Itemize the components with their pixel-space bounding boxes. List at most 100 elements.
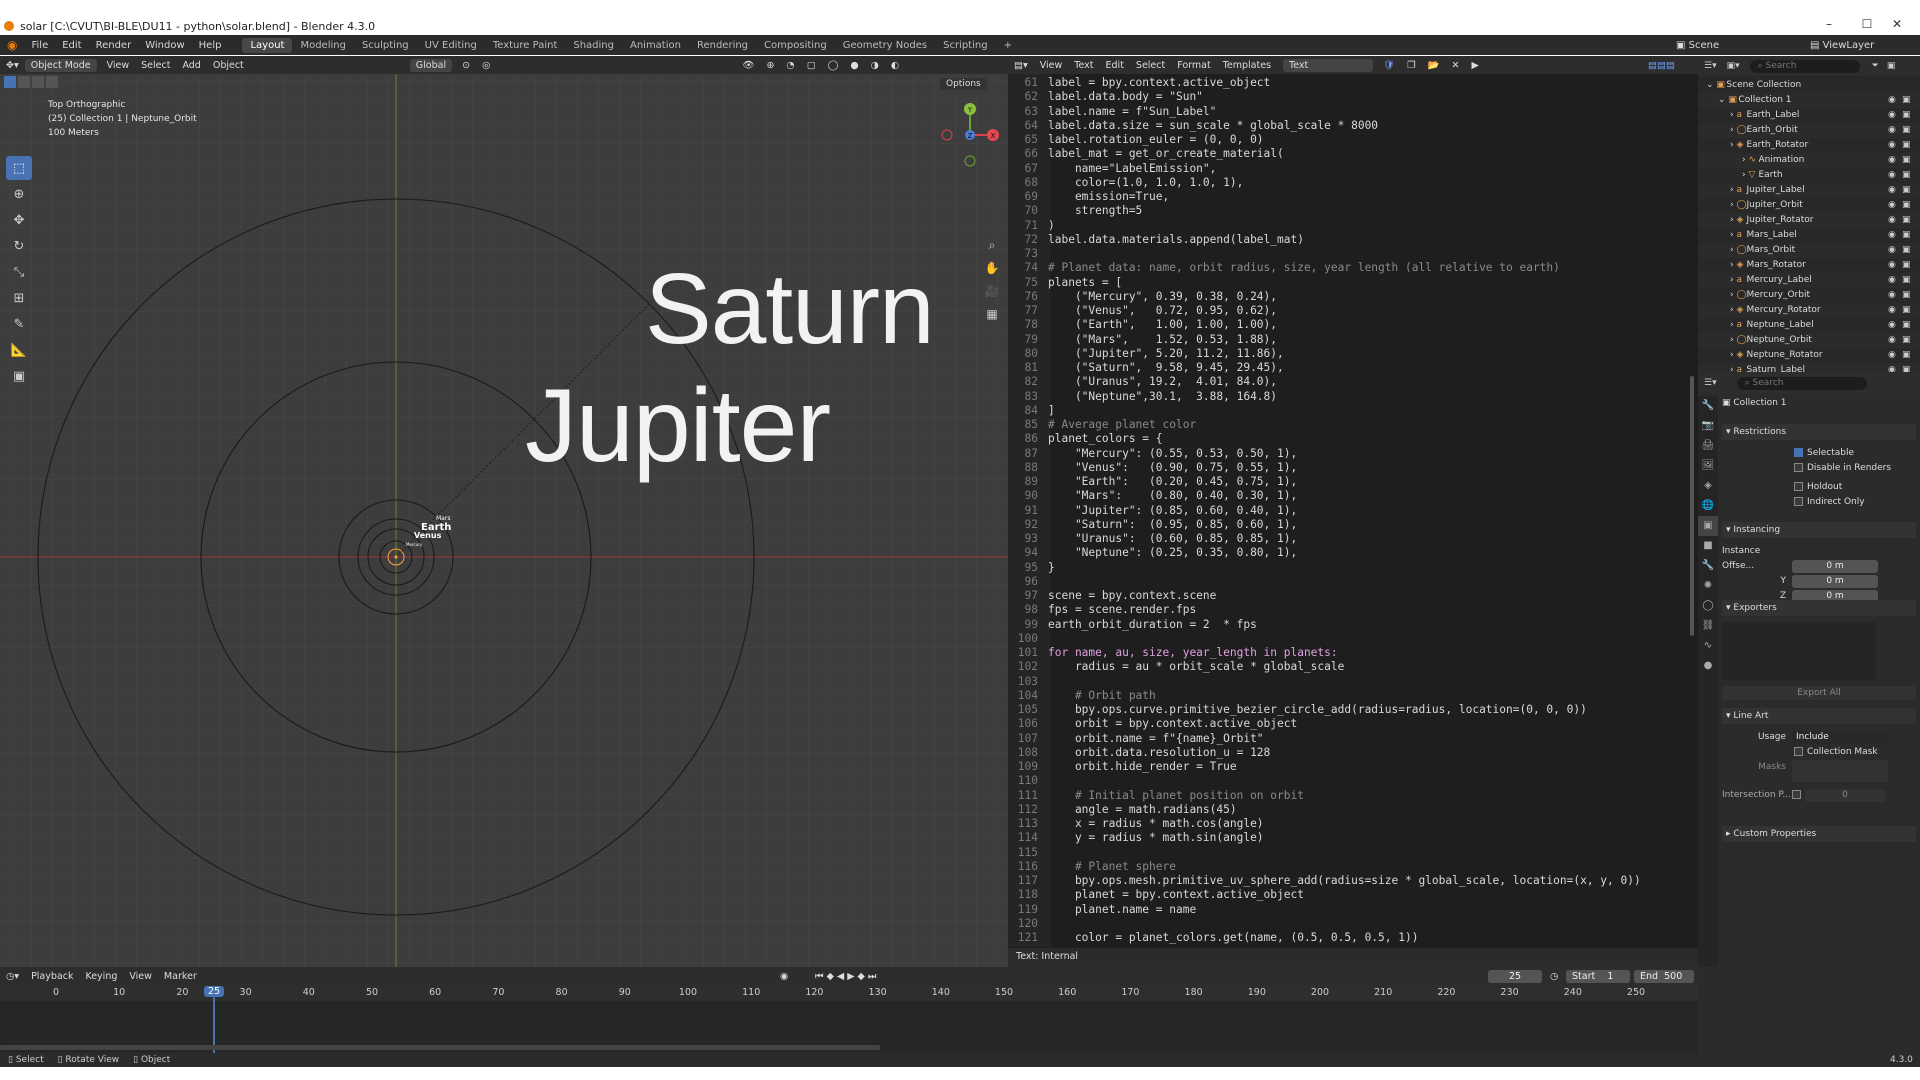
camera-view-icon[interactable]: 🎥 [982, 284, 1002, 304]
auto-key-icon[interactable]: ◉ [780, 971, 788, 982]
expand-arrow-icon[interactable]: ⌄ [1706, 80, 1716, 90]
te-menu-templates[interactable]: Templates [1217, 60, 1277, 71]
visibility-eye-icon[interactable]: ◉ [1888, 198, 1896, 213]
code-line[interactable]: 84] [1008, 404, 1698, 418]
offset-x-field[interactable]: 0 m [1792, 560, 1878, 573]
custom-properties-header[interactable]: ▸ Custom Properties [1722, 826, 1916, 842]
render-camera-icon[interactable]: ▣ [1902, 198, 1911, 213]
expand-arrow-icon[interactable]: ⌄ [1718, 95, 1728, 105]
shading-material-icon[interactable]: ◑ [865, 60, 885, 71]
code-line[interactable]: 75 planets = [ [1008, 276, 1698, 290]
outliner-item[interactable]: › ◯Neptune_Orbit ◉ ▣ [1698, 333, 1920, 348]
shading-solid-icon[interactable]: ● [844, 60, 864, 71]
outliner-item[interactable]: › a Mercury_Label ◉ ▣ [1698, 273, 1920, 288]
code-line[interactable]: 92 "Saturn": (0.95, 0.85, 0.60, 1), [1008, 518, 1698, 532]
end-frame-field[interactable]: End 500 [1634, 969, 1694, 983]
code-line[interactable]: 97 scene = bpy.context.scene [1008, 589, 1698, 603]
move-tool-icon[interactable]: ✥ [6, 208, 32, 232]
render-camera-icon[interactable]: ▣ [1902, 333, 1911, 348]
visibility-eye-icon[interactable]: ◉ [1888, 138, 1896, 153]
cursor-tool-icon[interactable]: ⊕ [6, 182, 32, 206]
modifier-tab-icon[interactable]: 🔧 [1698, 556, 1718, 576]
select-extend-icon[interactable] [18, 76, 30, 88]
object-tab-icon[interactable]: ■ [1698, 536, 1718, 556]
visibility-icon[interactable]: 👁 [736, 60, 760, 71]
code-line[interactable]: 77 ("Venus", 0.72, 0.95, 0.62), [1008, 304, 1698, 318]
visibility-eye-icon[interactable]: ◉ [1888, 168, 1896, 183]
code-line[interactable]: 113 x = radius * math.cos(angle) [1008, 817, 1698, 831]
visibility-eye-icon[interactable]: ◉ [1888, 318, 1896, 333]
outliner-item[interactable]: › ▽ Earth ◉ ▣ [1698, 168, 1920, 183]
code-line[interactable]: 89 "Earth": (0.20, 0.45, 0.75, 1), [1008, 475, 1698, 489]
code-line[interactable]: 114 y = radius * math.sin(angle) [1008, 831, 1698, 845]
xray-icon[interactable]: ▢ [801, 60, 822, 71]
code-line[interactable]: 116 # Planet sphere [1008, 860, 1698, 874]
code-line[interactable]: 93 "Uranus": (0.60, 0.85, 0.85, 1), [1008, 532, 1698, 546]
outliner-item[interactable]: › a Mars_Label ◉ ▣ [1698, 228, 1920, 243]
select-new-icon[interactable] [4, 76, 16, 88]
vp-menu-view[interactable]: View [101, 60, 136, 71]
text-scrollbar[interactable] [1690, 376, 1694, 636]
measure-tool-icon[interactable]: 📐 [6, 338, 32, 362]
indirect-only-checkbox[interactable]: Indirect Only [1794, 495, 1916, 510]
jump-end-icon[interactable]: ⏭ [868, 971, 880, 982]
code-line[interactable]: 78 ("Earth", 1.00, 1.00, 1.00), [1008, 318, 1698, 332]
code-line[interactable]: 115 [1008, 846, 1698, 860]
snap-icon[interactable]: ⊙ [456, 60, 476, 71]
outliner-item[interactable]: › ◯Mars_Orbit ◉ ▣ [1698, 243, 1920, 258]
mode-selector[interactable]: Object Mode [24, 58, 97, 72]
prop-editor-type-icon[interactable]: ☰▾ [1704, 378, 1717, 388]
code-line[interactable]: 111 # Initial planet position on orbit [1008, 789, 1698, 803]
outliner-item[interactable]: ⌄ ▣Collection 1 ◉ ▣ [1698, 93, 1920, 108]
add-workspace-icon[interactable]: + [996, 38, 1020, 53]
visibility-eye-icon[interactable]: ◉ [1888, 108, 1896, 123]
visibility-eye-icon[interactable]: ◉ [1888, 213, 1896, 228]
code-line[interactable]: 120 [1008, 917, 1698, 931]
code-line[interactable]: 82 ("Uranus", 19.2, 4.01, 84.0), [1008, 375, 1698, 389]
jump-start-icon[interactable]: ⏮ [815, 971, 827, 982]
properties-search[interactable]: ⌕ Search [1736, 376, 1867, 390]
code-line[interactable]: 95} [1008, 561, 1698, 575]
outliner-item[interactable]: › ◈ Earth_Rotator ◉ ▣ [1698, 138, 1920, 153]
outliner[interactable]: ☰▾ ▣▾ ⌕ Search ⏷ ▣ ⌄ ▣Scene Collection ⌄ … [1698, 56, 1920, 372]
outliner-item[interactable]: › ◯Mercury_Orbit ◉ ▣ [1698, 288, 1920, 303]
next-key-icon[interactable]: ◆ [858, 971, 868, 982]
instancing-header[interactable]: ▾ Instancing [1722, 522, 1916, 538]
render-camera-icon[interactable]: ▣ [1902, 273, 1911, 288]
render-camera-icon[interactable]: ▣ [1902, 228, 1911, 243]
code-line[interactable]: 86 planet_colors = { [1008, 432, 1698, 446]
code-line[interactable]: 72 label.data.materials.append(label_mat) [1008, 233, 1698, 247]
holdout-checkbox[interactable]: Holdout [1794, 480, 1916, 495]
saturn-label[interactable]: Saturn [645, 259, 935, 359]
new-collection-icon[interactable]: ▣ [1887, 61, 1896, 71]
te-editor-type-icon[interactable]: ▤▾ [1008, 60, 1034, 71]
text-datablock-selector[interactable]: Text [1283, 58, 1374, 72]
menu-help[interactable]: Help [192, 40, 229, 51]
visibility-eye-icon[interactable]: ◉ [1888, 303, 1896, 318]
code-line[interactable]: 105 bpy.ops.curve.primitive_bezier_circl… [1008, 703, 1698, 717]
filter-icon[interactable]: ⏷ [1872, 61, 1879, 71]
play-reverse-icon[interactable]: ◀ [837, 971, 847, 982]
navigation-gizmo[interactable]: Y X Z [935, 100, 1005, 170]
tab-compositing[interactable]: Compositing [756, 38, 835, 53]
annotate-tool-icon[interactable]: ✎ [6, 312, 32, 336]
material-tab-icon[interactable]: ● [1698, 656, 1718, 676]
export-all-button[interactable]: Export All [1722, 686, 1916, 700]
vp-menu-select[interactable]: Select [135, 60, 176, 71]
code-line[interactable]: 85 # Average planet color [1008, 418, 1698, 432]
outliner-item[interactable]: › ◯Jupiter_Orbit ◉ ▣ [1698, 198, 1920, 213]
constraints-tab-icon[interactable]: ⛓ [1698, 616, 1718, 636]
visibility-eye-icon[interactable]: ◉ [1888, 243, 1896, 258]
viewport-canvas[interactable]: Top Orthographic (25) Collection 1 | Nep… [0, 74, 1008, 967]
code-line[interactable]: 99 earth_orbit_duration = 2 * fps [1008, 618, 1698, 632]
code-line[interactable]: 69 emission=True, [1008, 190, 1698, 204]
code-line[interactable]: 102 radius = au * orbit_scale * global_s… [1008, 660, 1698, 674]
tab-uv-editing[interactable]: UV Editing [417, 38, 485, 53]
visibility-eye-icon[interactable]: ◉ [1888, 288, 1896, 303]
overlay-toggle-icon[interactable]: ◔ [780, 60, 800, 71]
code-line[interactable]: 101 for name, au, size, year_length in pl… [1008, 646, 1698, 660]
te-menu-text[interactable]: Text [1068, 60, 1099, 71]
prev-key-icon[interactable]: ◆ [827, 971, 837, 982]
code-line[interactable]: 80 ("Jupiter", 5.20, 11.2, 11.86), [1008, 347, 1698, 361]
playhead-frame-label[interactable]: 25 [203, 986, 225, 997]
